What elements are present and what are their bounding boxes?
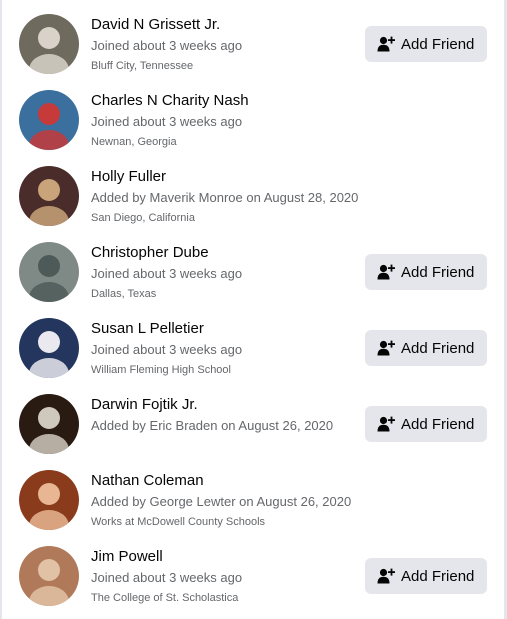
member-name[interactable]: Christopher Dube	[91, 243, 391, 262]
add-friend-button[interactable]: Add Friend	[365, 254, 487, 290]
member-info: Charles N Charity Nash Joined about 3 wee…	[91, 91, 391, 149]
member-row: David N Grissett Jr. Joined about 3 weeks…	[2, 0, 504, 76]
member-joined-text: Joined about 3 weeks ago	[91, 266, 243, 281]
add-friend-label: Add Friend	[401, 339, 475, 357]
member-info: Susan L Pelletier Joined about 3 weeks ag…	[91, 319, 391, 377]
person-plus-icon	[377, 264, 395, 280]
member-joined-text: Joined about 3 weeks ago	[91, 114, 243, 129]
member-avatar[interactable]	[19, 318, 79, 378]
member-detail: Newnan, Georgia	[91, 136, 177, 148]
add-friend-label: Add Friend	[401, 263, 475, 281]
member-avatar[interactable]	[19, 470, 79, 530]
member-detail: William Fleming High School	[91, 364, 231, 376]
add-friend-label: Add Friend	[401, 567, 475, 585]
member-row: Darwin Fojtik Jr. Added by Eric Braden on…	[2, 380, 504, 456]
member-joined-text: Joined about 3 weeks ago	[91, 570, 243, 585]
member-avatar[interactable]	[19, 14, 79, 74]
member-row: Holly Fuller Added by Maverik Monroe on A…	[2, 152, 504, 228]
add-friend-button[interactable]: Add Friend	[365, 406, 487, 442]
member-info: Nathan Coleman Added by George Lewter on …	[91, 471, 391, 529]
add-friend-label: Add Friend	[401, 35, 475, 53]
member-name[interactable]: David N Grissett Jr.	[91, 15, 391, 34]
member-avatar[interactable]	[19, 242, 79, 302]
member-joined-text: Added by Maverik Monroe on August 28, 20…	[91, 190, 359, 205]
member-list: David N Grissett Jr. Joined about 3 weeks…	[2, 0, 504, 619]
member-avatar[interactable]	[19, 394, 79, 454]
member-row: Susan L Pelletier Joined about 3 weeks ag…	[2, 304, 504, 380]
member-row: Jim Powell Joined about 3 weeks ago The Co…	[2, 532, 504, 608]
member-avatar[interactable]	[19, 546, 79, 606]
person-plus-icon	[377, 36, 395, 52]
member-info: Darwin Fojtik Jr. Added by Eric Braden on…	[91, 395, 391, 435]
member-detail: The College of St. Scholastica	[91, 592, 239, 604]
member-avatar[interactable]	[19, 166, 79, 226]
member-row: Nathan Coleman Added by George Lewter on …	[2, 456, 504, 532]
member-name[interactable]: Jim Powell	[91, 547, 391, 566]
add-friend-button[interactable]: Add Friend	[365, 558, 487, 594]
member-info: Christopher Dube Joined about 3 weeks ago…	[91, 243, 391, 301]
member-joined-text: Added by Eric Braden on August 26, 2020	[91, 418, 334, 433]
member-detail: Works at McDowell County Schools	[91, 516, 266, 528]
member-info: Jim Powell Joined about 3 weeks ago The Co…	[91, 547, 391, 605]
member-joined-text: Added by George Lewter on August 26, 202…	[91, 494, 352, 509]
add-friend-button[interactable]: Add Friend	[365, 26, 487, 62]
member-name[interactable]: Charles N Charity Nash	[91, 91, 391, 110]
member-detail: Bluff City, Tennessee	[91, 60, 194, 72]
person-plus-icon	[377, 416, 395, 432]
member-info: David N Grissett Jr. Joined about 3 weeks…	[91, 15, 391, 73]
member-name[interactable]: Nathan Coleman	[91, 471, 391, 490]
member-row: Christopher Dube Joined about 3 weeks ago…	[2, 228, 504, 304]
member-detail: Dallas, Texas	[91, 288, 157, 300]
add-friend-button[interactable]: Add Friend	[365, 330, 487, 366]
add-friend-label: Add Friend	[401, 415, 475, 433]
member-name[interactable]: Darwin Fojtik Jr.	[91, 395, 391, 414]
member-name[interactable]: Holly Fuller	[91, 167, 391, 186]
person-plus-icon	[377, 340, 395, 356]
member-joined-text: Joined about 3 weeks ago	[91, 38, 243, 53]
member-row: Charles N Charity Nash Joined about 3 wee…	[2, 76, 504, 152]
member-avatar[interactable]	[19, 90, 79, 150]
person-plus-icon	[377, 568, 395, 584]
member-joined-text: Joined about 3 weeks ago	[91, 342, 243, 357]
member-detail: San Diego, California	[91, 212, 195, 224]
member-name[interactable]: Susan L Pelletier	[91, 319, 391, 338]
member-info: Holly Fuller Added by Maverik Monroe on A…	[91, 167, 391, 225]
